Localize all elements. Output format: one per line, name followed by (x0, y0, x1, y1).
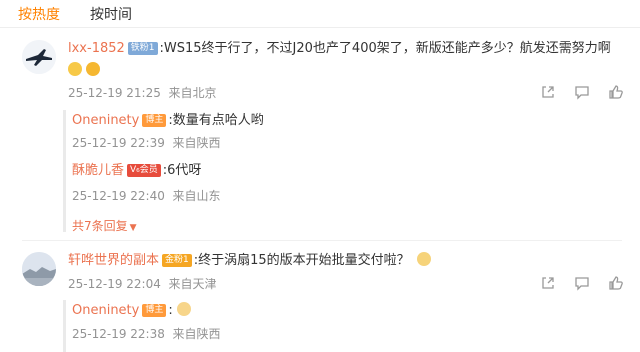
avatar[interactable] (22, 252, 56, 286)
tab-by-hot[interactable]: 按热度 (18, 4, 60, 26)
reply-text: :6代呀 (162, 163, 202, 178)
comment-meta: 25-12-19 21:25 来自北京 (68, 85, 217, 101)
comment-actions (540, 275, 624, 291)
comment-text: :终于涡扇15的版本开始批量交付啦？ (193, 253, 410, 268)
reply-author[interactable]: Oneninety (72, 303, 139, 318)
reply-location: 来自陕西 (172, 327, 221, 341)
reply-time: 25-12-19 22:40 (72, 189, 165, 203)
share-icon[interactable] (540, 84, 556, 100)
caret-down-icon: ▼ (129, 223, 137, 233)
reply-line: Oneninety 博主: (72, 302, 191, 320)
more-replies-link[interactable]: 共7条回复 ▼ (72, 217, 137, 234)
more-replies-label: 共7条回复 (72, 219, 128, 233)
comment-author[interactable]: 轩哗世界的副本 (68, 253, 159, 268)
comment-author[interactable]: lxx-1852 (68, 41, 125, 56)
avatar[interactable] (22, 40, 56, 74)
comment-line: lxx-1852 铁粉1:WS15终于行了，不过J20也产了400架了，新版还能产… (68, 40, 611, 58)
reply-location: 来自陕西 (172, 136, 221, 150)
reply-text: :数量有点哈人哟 (168, 113, 264, 128)
jet-avatar-icon (22, 40, 56, 74)
comment-location: 来自天津 (168, 277, 217, 291)
reply-text: : (168, 303, 173, 318)
reply-location: 来自山东 (172, 189, 221, 203)
reply-time: 25-12-19 22:39 (72, 136, 165, 150)
like-icon[interactable] (608, 275, 624, 291)
reply-meta: 25-12-19 22:39 来自陕西 (72, 135, 221, 151)
sort-tabs: 按热度 按时间 (18, 4, 162, 26)
reply-meta: 25-12-19 22:38 来自陕西 (72, 326, 221, 342)
landscape-avatar-icon (22, 252, 56, 286)
comment-time: 25-12-19 21:25 (68, 86, 161, 100)
victory-hand-emoji-icon (176, 302, 191, 316)
emoji-row (68, 62, 101, 80)
cat-emoji-icon (416, 252, 431, 266)
reply-thread-bar (63, 110, 66, 232)
host-badge: 博主 (142, 114, 167, 127)
fan-badge: 铁粉1 (127, 42, 158, 55)
tab-by-time[interactable]: 按时间 (90, 4, 132, 26)
comment-separator (22, 240, 622, 241)
reply-time: 25-12-19 22:38 (72, 327, 165, 341)
comment-meta: 25-12-19 22:04 来自天津 (68, 276, 217, 292)
like-icon[interactable] (608, 84, 624, 100)
reply-line: 酥脆儿香 V₆会员:6代呀 (72, 162, 201, 180)
comment-line: 轩哗世界的副本 金粉1:终于涡扇15的版本开始批量交付啦？ (68, 252, 431, 270)
comment-icon[interactable] (574, 84, 590, 100)
reply-author[interactable]: 酥脆儿香 (72, 163, 124, 178)
comment-actions (540, 84, 624, 100)
reply-meta: 25-12-19 22:40 来自山东 (72, 188, 221, 204)
laugh-emoji-icon (86, 62, 101, 76)
reply-thread-bar (63, 300, 66, 352)
member-badge: V₆会员 (127, 164, 161, 177)
strong-emoji-icon (68, 62, 82, 76)
tabs-divider (0, 27, 640, 28)
comment-text: :WS15终于行了，不过J20也产了400架了，新版还能产多少？航发还需努力啊 (159, 41, 611, 56)
fan-badge: 金粉1 (162, 254, 192, 267)
comment-icon[interactable] (574, 275, 590, 291)
reply-author[interactable]: Oneninety (72, 113, 139, 128)
host-badge: 博主 (142, 304, 167, 317)
comment-time: 25-12-19 22:04 (68, 277, 161, 291)
reply-line: Oneninety 博主:数量有点哈人哟 (72, 112, 264, 130)
comment-location: 来自北京 (168, 86, 217, 100)
share-icon[interactable] (540, 275, 556, 291)
